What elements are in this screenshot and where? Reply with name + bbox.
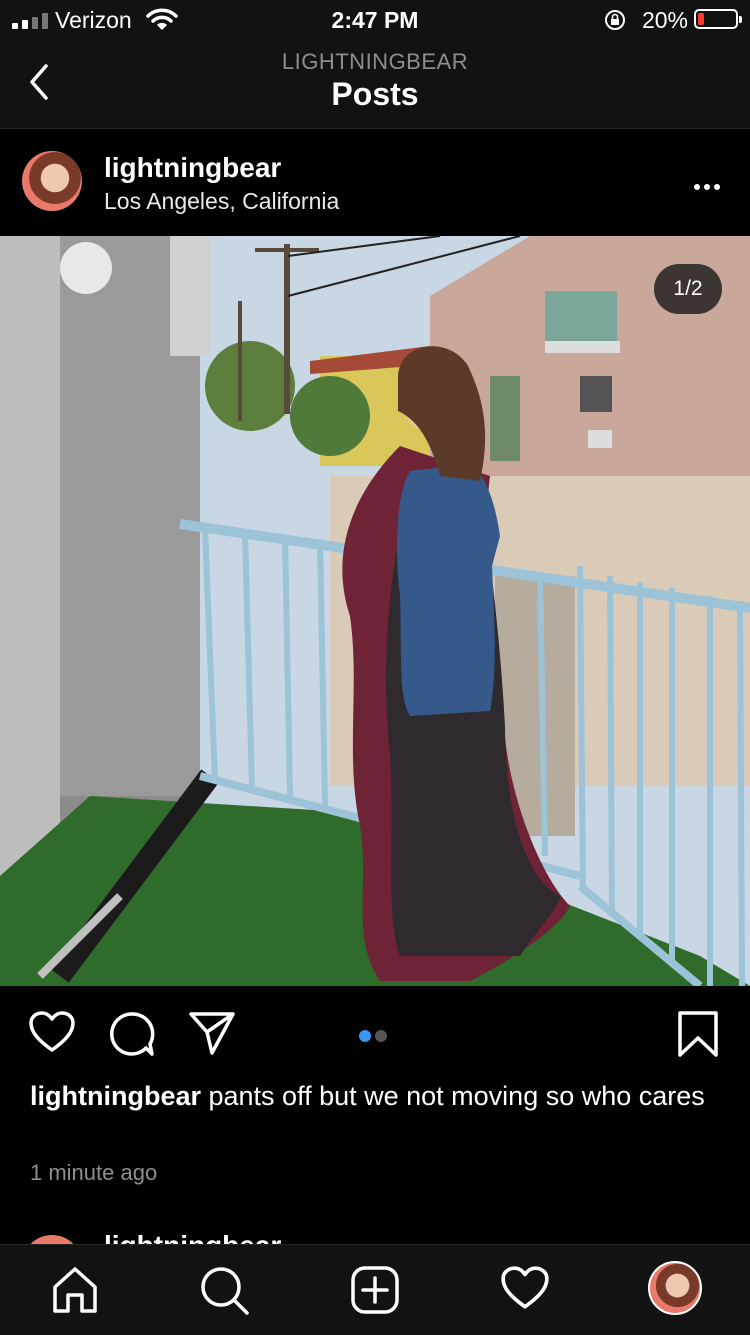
carousel-counter: 1/2 (654, 264, 722, 314)
send-icon[interactable] (188, 1010, 236, 1056)
battery-percent: 20% (641, 7, 688, 33)
status-time: 2:47 PM (331, 7, 419, 33)
add-icon[interactable] (350, 1265, 400, 1315)
carousel-dot-active (359, 1030, 371, 1042)
post-actions (0, 986, 750, 1082)
post-username[interactable]: lightningbear (104, 152, 281, 184)
post-timestamp: 1 minute ago (30, 1160, 158, 1185)
post-photo[interactable]: 1/2 (0, 236, 750, 986)
search-icon[interactable] (199, 1265, 251, 1317)
profile-tab-avatar[interactable] (648, 1261, 702, 1315)
post-caption: lightningbear pants off but we not movin… (30, 1080, 720, 1113)
photo-illustration (0, 236, 750, 986)
heart-icon[interactable] (28, 1010, 76, 1054)
post-location[interactable]: Los Angeles, California (104, 188, 339, 215)
avatar[interactable] (22, 151, 82, 211)
more-icon[interactable] (690, 177, 720, 195)
caption-username[interactable]: lightningbear (30, 1081, 201, 1111)
carousel-dots (359, 1029, 391, 1047)
status-bar: Verizon 2:47 PM 20% (0, 0, 750, 40)
rotation-lock-icon (605, 10, 625, 30)
battery-icon (694, 9, 742, 29)
activity-heart-icon[interactable] (500, 1265, 550, 1311)
page-title: Posts (331, 76, 419, 112)
home-icon[interactable] (50, 1265, 100, 1315)
caption-text: pants off but we not moving so who cares (201, 1081, 705, 1111)
post-header: lightningbear Los Angeles, California (0, 129, 750, 235)
comment-icon[interactable] (108, 1010, 156, 1058)
bookmark-icon[interactable] (676, 1010, 720, 1058)
tab-bar (0, 1244, 750, 1335)
profile-subtitle: LIGHTNINGBEAR (281, 49, 469, 74)
carousel-dot (375, 1030, 387, 1042)
nav-header: LIGHTNINGBEAR Posts (0, 40, 750, 129)
